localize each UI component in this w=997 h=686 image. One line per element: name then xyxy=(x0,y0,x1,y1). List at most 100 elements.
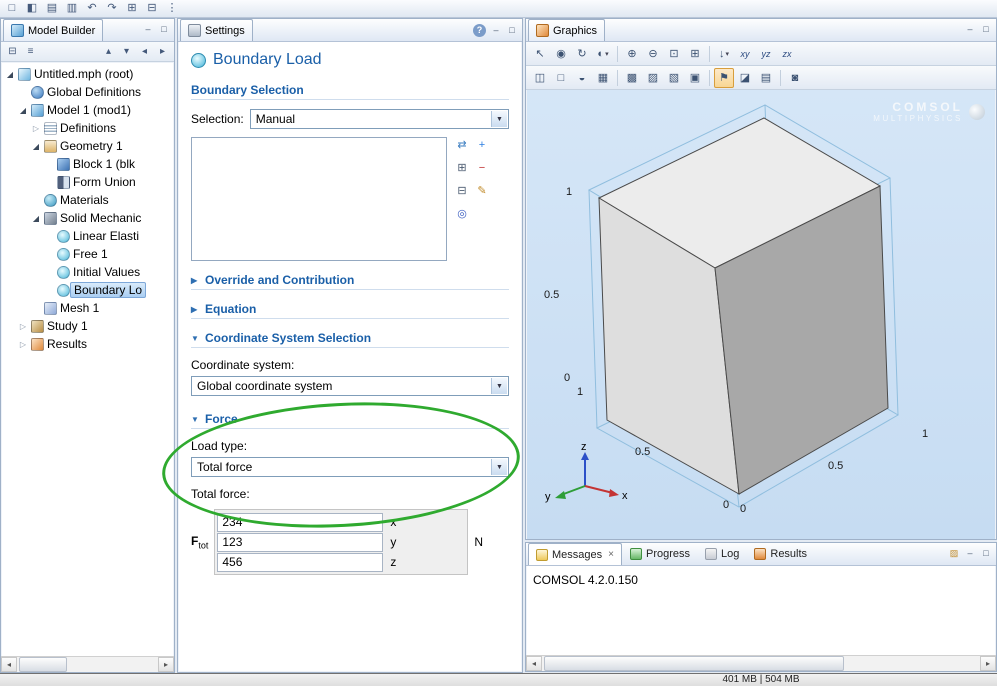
scroll-left-icon[interactable]: ◂ xyxy=(526,656,542,671)
tree-item-untitled-mph-root[interactable]: ◢Untitled.mph (root) xyxy=(2,65,173,83)
zoom-extents-icon[interactable]: ⊡ xyxy=(664,44,684,64)
cube-3d-view[interactable]: z x y xyxy=(527,90,995,539)
scene-print-icon[interactable]: ▤ xyxy=(756,68,776,88)
add-to-selection-icon[interactable]: + xyxy=(473,137,491,155)
scroll-thumb[interactable] xyxy=(19,657,67,672)
undo-icon[interactable]: ↶ xyxy=(83,1,101,16)
tree-item-definitions[interactable]: ▷Definitions xyxy=(2,119,173,137)
view-zx-icon[interactable]: zx xyxy=(777,44,797,64)
tab-log[interactable]: Log xyxy=(698,543,746,565)
paste-selection-icon[interactable]: ⊟ xyxy=(453,183,471,201)
tree-menu-icon[interactable]: ≡ xyxy=(23,46,38,57)
maximize-panel-icon[interactable]: □ xyxy=(980,548,992,559)
collapse-arrow-icon[interactable]: ◢ xyxy=(5,70,15,79)
tree-item-results[interactable]: ▷Results xyxy=(2,335,173,353)
transparency-icon[interactable]: ◒ xyxy=(572,68,592,88)
new-file-icon[interactable]: □ xyxy=(3,1,21,16)
tab-graphics[interactable]: Graphics xyxy=(528,19,605,41)
snapshot-icon[interactable]: ◙ xyxy=(785,68,805,88)
selection-dropdown[interactable]: Manual ▼ xyxy=(250,109,509,129)
messages-hscrollbar[interactable]: ◂ ▸ xyxy=(526,655,996,671)
force-value-input[interactable]: 123 xyxy=(217,533,383,552)
click-and-hide-icon[interactable]: ◫ xyxy=(530,68,550,88)
clear-selection-icon[interactable]: ✎ xyxy=(473,183,491,201)
tree-item-boundary-lo[interactable]: Boundary Lo xyxy=(2,281,173,299)
select-edges-icon[interactable]: ▧ xyxy=(664,68,684,88)
view-yz-icon[interactable]: yz xyxy=(756,44,776,64)
tab-model-builder[interactable]: Model Builder xyxy=(3,19,103,41)
tree-item-initial-values[interactable]: Initial Values xyxy=(2,263,173,281)
clear-messages-icon[interactable]: ▨ xyxy=(948,548,960,559)
force-value-input[interactable]: 456 xyxy=(217,553,383,572)
model-builder-hscrollbar[interactable]: ◂ ▸ xyxy=(1,656,174,672)
tab-results[interactable]: Results xyxy=(747,543,814,565)
boundary-selection-list[interactable] xyxy=(191,137,447,261)
scroll-left-icon[interactable]: ◂ xyxy=(1,657,17,672)
tree-item-study-1[interactable]: ▷Study 1 xyxy=(2,317,173,335)
copy-icon[interactable]: ⊞ xyxy=(123,1,141,16)
tree-item-free-1[interactable]: Free 1 xyxy=(2,245,173,263)
tree-item-geometry-1[interactable]: ◢Geometry 1 xyxy=(2,137,173,155)
section-coordinate-system-selection[interactable]: ▼ Coordinate System Selection xyxy=(191,331,509,348)
select-boundaries-icon[interactable]: ▨ xyxy=(643,68,663,88)
graphics-canvas[interactable]: z x y 10.5010.5000.51 COMSOL MULTIPHYSIC… xyxy=(527,90,995,539)
scroll-right-icon[interactable]: ▸ xyxy=(980,656,996,671)
wireframe-icon[interactable]: ▦ xyxy=(593,68,613,88)
collapse-arrow-icon[interactable]: ◢ xyxy=(31,214,41,223)
select-domains-icon[interactable]: ▩ xyxy=(622,68,642,88)
save-icon[interactable]: ▤ xyxy=(43,1,61,16)
zoom-out-icon[interactable]: ⊖ xyxy=(643,44,663,64)
expand-arrow-icon[interactable]: ▷ xyxy=(18,322,28,331)
mouse-rotate-icon[interactable]: ⚑ xyxy=(714,68,734,88)
scroll-thumb[interactable] xyxy=(544,656,844,671)
minimize-panel-icon[interactable]: – xyxy=(964,548,976,559)
tree-item-global-definitions[interactable]: Global Definitions xyxy=(2,83,173,101)
clip-plane-icon[interactable]: ◪ xyxy=(735,68,755,88)
view-unhide-icon[interactable]: □ xyxy=(551,68,571,88)
collapse-arrow-icon[interactable]: ◢ xyxy=(18,106,28,115)
section-override-and-contribution[interactable]: ▶ Override and Contribution xyxy=(191,273,509,290)
select-icon[interactable]: ↖ xyxy=(530,44,550,64)
zoom-box-icon[interactable]: ⊞ xyxy=(685,44,705,64)
go-to-default-view-icon[interactable]: ↓▾ xyxy=(714,44,734,64)
section-force[interactable]: ▼ Force xyxy=(191,412,509,429)
options-icon[interactable]: ⋮ xyxy=(163,1,181,16)
coordinate-system-dropdown[interactable]: Global coordinate system ▼ xyxy=(191,376,509,396)
previous-node-icon[interactable]: ◂ xyxy=(137,46,152,57)
tree-item-block-1-blk[interactable]: Block 1 (blk xyxy=(2,155,173,173)
help-icon[interactable]: ? xyxy=(473,24,486,37)
scene-light-icon[interactable]: ◐▾ xyxy=(593,44,613,64)
refresh-icon[interactable]: ↻ xyxy=(572,44,592,64)
expand-arrow-icon[interactable]: ▷ xyxy=(31,124,41,133)
tree-item-model-1-mod1[interactable]: ◢Model 1 (mod1) xyxy=(2,101,173,119)
maximize-panel-icon[interactable]: □ xyxy=(980,24,992,35)
remove-from-selection-icon[interactable]: − xyxy=(473,160,491,178)
tree-item-linear-elasti[interactable]: Linear Elasti xyxy=(2,227,173,245)
move-up-icon[interactable]: ▴ xyxy=(101,46,116,57)
collapse-arrow-icon[interactable]: ◢ xyxy=(31,142,41,151)
minimize-panel-icon[interactable]: – xyxy=(142,24,154,35)
tab-settings[interactable]: Settings xyxy=(180,19,253,41)
create-selection-icon[interactable]: ⇄ xyxy=(453,137,471,155)
expand-arrow-icon[interactable]: ▷ xyxy=(18,340,28,349)
close-tab-icon[interactable]: × xyxy=(608,549,614,560)
minimize-panel-icon[interactable]: – xyxy=(490,25,502,36)
select-points-icon[interactable]: ▣ xyxy=(685,68,705,88)
tab-messages[interactable]: Messages× xyxy=(528,543,622,565)
visibility-icon[interactable]: ◉ xyxy=(551,44,571,64)
redo-icon[interactable]: ↷ xyxy=(103,1,121,16)
tree-item-solid-mechanic[interactable]: ◢Solid Mechanic xyxy=(2,209,173,227)
collapse-all-icon[interactable]: ⊟ xyxy=(5,46,20,57)
next-node-icon[interactable]: ▸ xyxy=(155,46,170,57)
tab-progress[interactable]: Progress xyxy=(623,543,697,565)
view-xy-icon[interactable]: xy xyxy=(735,44,755,64)
maximize-panel-icon[interactable]: □ xyxy=(158,24,170,35)
tree-item-form-union[interactable]: Form Union xyxy=(2,173,173,191)
paste-icon[interactable]: ⊟ xyxy=(143,1,161,16)
tree-item-materials[interactable]: Materials xyxy=(2,191,173,209)
force-value-input[interactable]: 234 xyxy=(217,513,383,532)
zoom-in-icon[interactable]: ⊕ xyxy=(622,44,642,64)
zoom-to-selection-icon[interactable]: ◎ xyxy=(453,206,471,224)
save-all-icon[interactable]: ▥ xyxy=(63,1,81,16)
tree-item-mesh-1[interactable]: Mesh 1 xyxy=(2,299,173,317)
